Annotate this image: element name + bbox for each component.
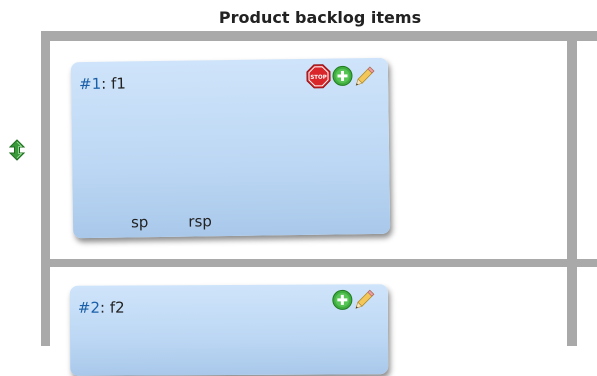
stop-sign-icon[interactable]: STOP — [306, 64, 331, 89]
card-title: #1: f1 — [79, 74, 126, 93]
up-down-arrow-icon[interactable] — [8, 139, 26, 161]
column-header: Product backlog items — [218, 8, 422, 27]
pencil-icon[interactable] — [354, 64, 376, 86]
backlog-item-card[interactable]: #1: f1 STOP sp rsp — [70, 57, 391, 239]
plus-circle-icon[interactable] — [332, 289, 353, 310]
card-actions: STOP — [306, 63, 376, 89]
board-divider-middle — [41, 259, 597, 267]
board-divider-right — [567, 31, 577, 346]
pencil-icon[interactable] — [354, 288, 376, 310]
card-title: #2: f2 — [78, 299, 125, 317]
stop-sign-text: STOP — [310, 75, 327, 81]
card-title-separator: : — [99, 298, 110, 317]
card-title-separator: : — [101, 74, 112, 93]
card-actions — [332, 288, 376, 310]
remaining-story-points-label: rsp — [188, 212, 213, 231]
board-divider-left — [41, 31, 50, 346]
card-title-text: f1 — [110, 74, 126, 93]
card-id-link[interactable]: #2 — [78, 299, 100, 317]
card-id-link[interactable]: #1 — [79, 75, 101, 93]
board-divider-top — [41, 31, 597, 41]
backlog-item-card[interactable]: #2: f2 — [69, 284, 389, 376]
card-title-text: f2 — [109, 298, 125, 317]
plus-circle-icon[interactable] — [332, 65, 353, 86]
story-points-label: sp — [130, 213, 149, 232]
card-footer: sp rsp — [131, 212, 212, 231]
